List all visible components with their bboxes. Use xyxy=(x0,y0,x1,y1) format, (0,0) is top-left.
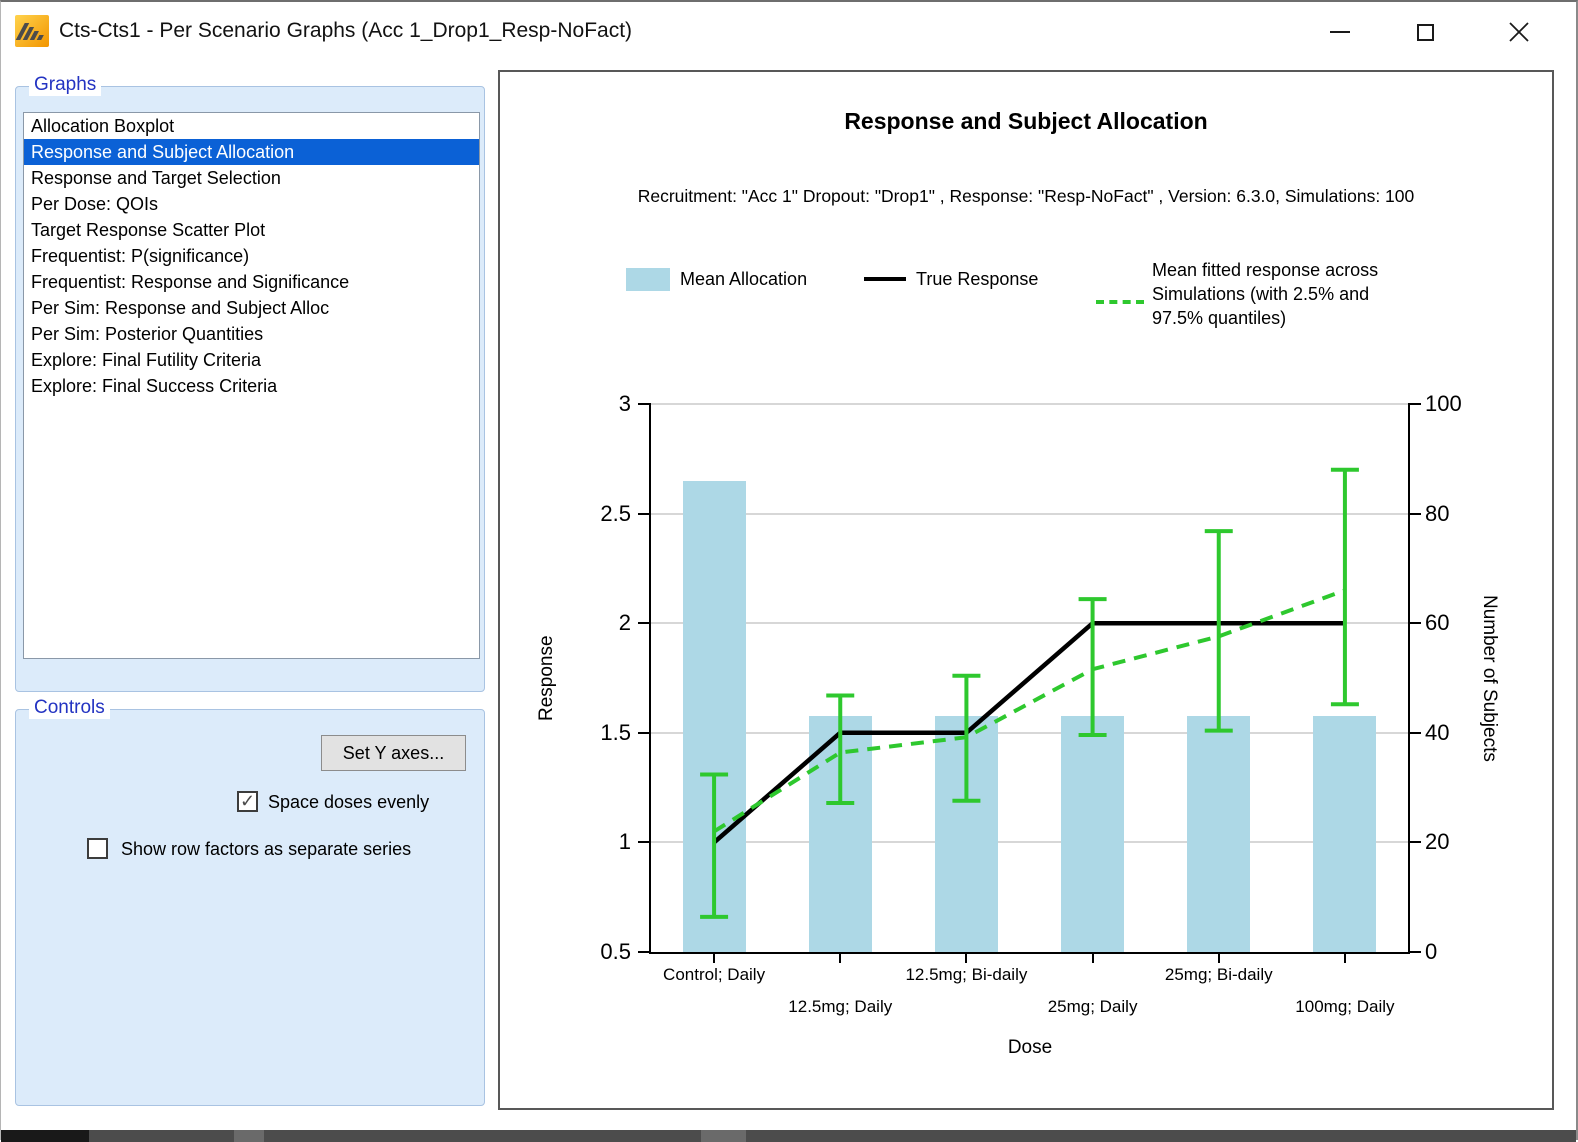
graphs-list-item[interactable]: Frequentist: Response and Significance xyxy=(24,269,479,295)
right-axis-tick xyxy=(1408,513,1421,515)
x-category-label: 12.5mg; Bi-daily xyxy=(871,965,1061,985)
mean-allocation-bar xyxy=(809,716,872,952)
graphs-list-item[interactable]: Response and Subject Allocation xyxy=(24,139,479,165)
right-axis-tick xyxy=(1408,403,1421,405)
show-row-factors-checkbox[interactable] xyxy=(87,838,108,859)
right-axis-tick-label: 80 xyxy=(1425,501,1485,527)
minimize-icon xyxy=(1330,31,1350,33)
left-axis-tick xyxy=(638,403,651,405)
mean-allocation-bar xyxy=(1313,716,1376,952)
x-axis-tick xyxy=(965,952,967,963)
graphs-list-item[interactable]: Response and Target Selection xyxy=(24,165,479,191)
left-axis-line xyxy=(649,404,651,954)
minimize-button[interactable] xyxy=(1317,12,1363,52)
x-category-label: 12.5mg; Daily xyxy=(745,997,935,1017)
graphs-groupbox-label: Graphs xyxy=(29,74,101,96)
graphs-listbox[interactable]: Allocation BoxplotResponse and Subject A… xyxy=(23,112,480,659)
mean-allocation-bar xyxy=(683,481,746,952)
mean-allocation-bar xyxy=(935,716,998,952)
space-doses-evenly-checkbox[interactable]: ✓ xyxy=(237,791,258,812)
maximize-button[interactable] xyxy=(1402,12,1448,52)
window-title: Cts-Cts1 - Per Scenario Graphs (Acc 1_Dr… xyxy=(59,19,632,43)
right-axis-tick xyxy=(1408,951,1421,953)
x-category-label: 25mg; Bi-daily xyxy=(1124,965,1314,985)
left-axis-tick xyxy=(638,513,651,515)
left-axis-tick-label: 1.5 xyxy=(571,720,631,746)
left-axis-tick xyxy=(638,732,651,734)
left-axis-tick-label: 0.5 xyxy=(571,939,631,965)
right-axis-tick xyxy=(1408,841,1421,843)
x-axis-tick xyxy=(839,952,841,963)
right-axis-line xyxy=(1408,404,1410,954)
taskbar-segment xyxy=(234,1130,264,1142)
right-axis-tick xyxy=(1408,622,1421,624)
app-window: Cts-Cts1 - Per Scenario Graphs (Acc 1_Dr… xyxy=(0,0,1578,1140)
right-axis-tick-label: 60 xyxy=(1425,610,1485,636)
x-category-label: 100mg; Daily xyxy=(1250,997,1440,1017)
mean-allocation-bar xyxy=(1187,716,1250,952)
x-category-label: Control; Daily xyxy=(619,965,809,985)
left-axis-tick-label: 1 xyxy=(571,829,631,855)
graphs-list-item[interactable]: Explore: Final Success Criteria xyxy=(24,373,479,399)
taskbar-segment xyxy=(1,1130,89,1142)
grid-line xyxy=(651,841,1408,843)
graphs-list-item[interactable]: Explore: Final Futility Criteria xyxy=(24,347,479,373)
left-axis-tick xyxy=(638,622,651,624)
x-axis-tick xyxy=(1092,952,1094,963)
window-footer xyxy=(1,1110,1576,1130)
maximize-icon xyxy=(1417,24,1434,41)
set-y-axes-button[interactable]: Set Y axes... xyxy=(321,735,466,771)
controls-groupbox-label: Controls xyxy=(29,697,110,719)
left-axis-tick-label: 3 xyxy=(571,391,631,417)
plot-area: 3 2.5 2 1.5 1 0.5 100 80 60 40 20 0 Control; Daily 12… xyxy=(500,72,1556,1112)
graphs-list-item[interactable]: Target Response Scatter Plot xyxy=(24,217,479,243)
graphs-list-item[interactable]: Per Sim: Response and Subject Alloc xyxy=(24,295,479,321)
facts-logo-icon xyxy=(15,15,49,47)
space-doses-evenly-label: Space doses evenly xyxy=(268,792,429,813)
right-axis-tick xyxy=(1408,732,1421,734)
plot-lines-svg xyxy=(500,72,1556,1112)
x-axis-tick xyxy=(713,952,715,963)
grid-line xyxy=(651,732,1408,734)
right-axis-tick-label: 0 xyxy=(1425,939,1485,965)
show-row-factors-label: Show row factors as separate series xyxy=(121,839,411,860)
x-axis-tick xyxy=(1344,952,1346,963)
title-bar: Cts-Cts1 - Per Scenario Graphs (Acc 1_Dr… xyxy=(1,2,1576,60)
mean-allocation-bar xyxy=(1061,716,1124,952)
close-icon xyxy=(1508,21,1530,43)
background-taskbar xyxy=(1,1130,1576,1142)
x-axis-tick xyxy=(1218,952,1220,963)
grid-line xyxy=(651,513,1408,515)
right-axis-tick-label: 40 xyxy=(1425,720,1485,746)
chart-panel: Response and Subject Allocation Recruitm… xyxy=(498,70,1554,1110)
graphs-list-item[interactable]: Frequentist: P(significance) xyxy=(24,243,479,269)
close-button[interactable] xyxy=(1496,12,1542,52)
left-axis-tick-label: 2.5 xyxy=(571,501,631,527)
bottom-axis-line xyxy=(649,952,1410,954)
right-axis-tick-label: 100 xyxy=(1425,391,1485,417)
left-axis-tick-label: 2 xyxy=(571,610,631,636)
right-axis-tick-label: 20 xyxy=(1425,829,1485,855)
taskbar-segment xyxy=(701,1130,746,1142)
graphs-list-item[interactable]: Per Dose: QOIs xyxy=(24,191,479,217)
x-category-label: 25mg; Daily xyxy=(998,997,1188,1017)
graphs-list-item[interactable]: Allocation Boxplot xyxy=(24,113,479,139)
grid-line xyxy=(651,622,1408,624)
left-axis-tick xyxy=(638,841,651,843)
left-axis-tick xyxy=(638,951,651,953)
grid-line xyxy=(651,403,1408,405)
graphs-list-item[interactable]: Per Sim: Posterior Quantities xyxy=(24,321,479,347)
